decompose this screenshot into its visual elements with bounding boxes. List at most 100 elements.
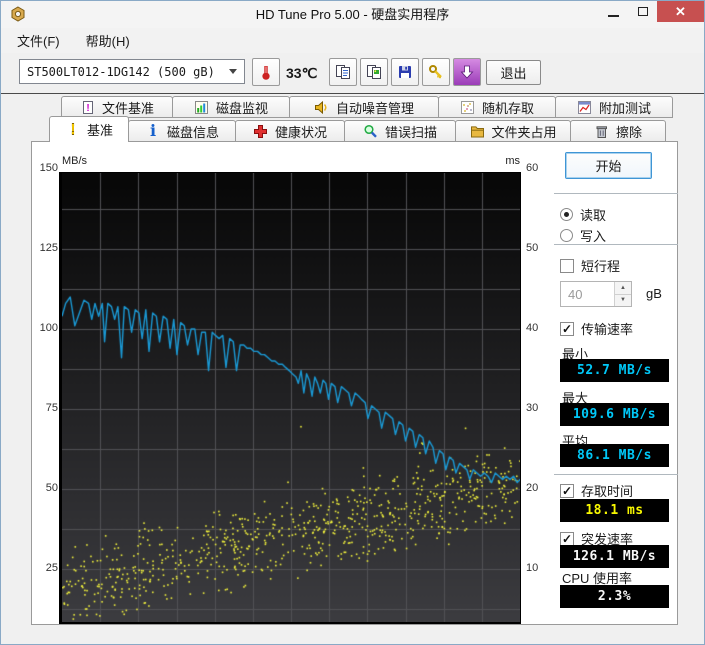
read-label: 读取 <box>580 208 607 223</box>
erase-icon <box>594 123 610 139</box>
separator <box>554 474 678 475</box>
tab-random-access[interactable]: 随机存取 <box>438 96 556 118</box>
health-icon <box>253 123 269 139</box>
write-label: 写入 <box>580 229 607 244</box>
maximize-icon <box>637 7 648 16</box>
tab-health[interactable]: 健康状况 <box>235 120 345 142</box>
tab-row-secondary: ! 文件基准 磁盘监视 自动噪音管理 随机存取 附加测试 <box>61 96 673 118</box>
benchmark-icon: ! <box>70 121 76 138</box>
tab-disk-monitor[interactable]: 磁盘监视 <box>172 96 290 118</box>
spinner-down-icon[interactable]: ▼ <box>615 294 631 306</box>
transfer-rate-checkbox[interactable] <box>560 321 574 336</box>
access-time-checkbox[interactable] <box>560 483 574 498</box>
separator <box>554 244 678 245</box>
write-radio[interactable] <box>560 229 573 242</box>
left-tick: 150 <box>39 162 58 174</box>
burst-rate-checkbox[interactable] <box>560 531 574 546</box>
transfer-rate-label: 传输速率 <box>581 322 634 337</box>
tab-erase[interactable]: 擦除 <box>570 120 666 142</box>
read-radio[interactable] <box>560 208 573 221</box>
folder-usage-icon <box>469 123 485 139</box>
copy-text-button[interactable] <box>329 58 357 86</box>
start-button[interactable]: 开始 <box>565 152 652 179</box>
short-stroke-row[interactable]: 短行程 <box>560 256 620 275</box>
hd-tune-window: HD Tune Pro 5.00 - 硬盘实用程序 ✕ 文件(F) 帮助(H) … <box>0 0 705 645</box>
benchmark-plot-frame <box>59 172 521 624</box>
minimize-icon <box>608 14 619 17</box>
menu-bar: 文件(F) 帮助(H) <box>1 28 704 53</box>
aam-speaker-icon <box>314 99 330 115</box>
tab-folder-usage[interactable]: 文件夹占用 <box>455 120 571 142</box>
close-icon: ✕ <box>675 4 686 19</box>
options-button[interactable] <box>422 58 450 86</box>
drive-selector[interactable]: ST500LT012-1DG142 (500 gB) <box>19 59 245 84</box>
left-tick: 125 <box>39 242 58 254</box>
burst-rate-display: 126.1 MB/s <box>560 545 669 568</box>
toolbar: ST500LT012-1DG142 (500 gB) 33℃ 退出 <box>1 53 704 94</box>
file-benchmark-icon: ! <box>80 99 96 115</box>
spinner-up-icon[interactable]: ▲ <box>615 282 631 295</box>
update-button[interactable] <box>453 58 481 86</box>
keys-icon <box>429 65 442 79</box>
download-arrow-icon <box>460 65 474 79</box>
benchmark-page: MB/s ms 150 125 100 75 50 25 60 50 40 30… <box>31 141 678 625</box>
chevron-down-icon <box>229 69 237 74</box>
transfer-rate-row[interactable]: 传输速率 <box>560 319 633 338</box>
tab-aam[interactable]: 自动噪音管理 <box>289 96 439 118</box>
separator <box>554 193 678 194</box>
tab-error-scan[interactable]: 错误扫描 <box>344 120 456 142</box>
right-tick: 10 <box>526 562 539 574</box>
avg-speed-display: 86.1 MB/s <box>560 444 669 467</box>
save-button[interactable] <box>391 58 419 86</box>
right-tick: 30 <box>526 402 539 414</box>
access-time-display: 18.1 ms <box>560 499 669 522</box>
left-tick: 50 <box>45 482 58 494</box>
tab-extra-tests[interactable]: 附加测试 <box>555 96 673 118</box>
menu-help[interactable]: 帮助(H) <box>86 31 130 50</box>
extra-tests-icon <box>577 99 593 115</box>
exit-button[interactable]: 退出 <box>486 60 541 85</box>
save-icon <box>399 66 411 78</box>
error-scan-icon <box>363 123 379 139</box>
short-stroke-label: 短行程 <box>581 259 621 274</box>
svg-text:!: ! <box>86 103 89 114</box>
right-tick: 20 <box>526 482 539 494</box>
disk-monitor-icon <box>194 99 210 115</box>
left-tick: 25 <box>45 562 58 574</box>
menu-file[interactable]: 文件(F) <box>17 31 60 50</box>
drive-selector-value: ST500LT012-1DG142 (500 gB) <box>27 64 215 79</box>
temperature-button[interactable] <box>252 58 280 86</box>
minimize-button[interactable] <box>599 1 628 22</box>
short-stroke-capacity-input[interactable] <box>561 282 614 306</box>
tab-benchmark[interactable]: ! 基准 <box>49 116 129 142</box>
tab-file-benchmark[interactable]: ! 文件基准 <box>61 96 173 118</box>
short-stroke-spinner: ▲ ▼ <box>560 281 632 307</box>
cpu-usage-display: 2.3% <box>560 585 669 608</box>
min-speed-display: 52.7 MB/s <box>560 359 669 382</box>
window-controls: ✕ <box>599 1 704 22</box>
tab-row-primary: ! 基准 i 磁盘信息 健康状况 错误扫描 文件夹占用 擦除 <box>49 116 666 142</box>
right-tick: 50 <box>526 242 539 254</box>
max-speed-display: 109.6 MB/s <box>560 403 669 426</box>
left-axis-title: MB/s <box>62 155 88 167</box>
temperature-value: 33℃ <box>286 65 318 81</box>
copy-image-button[interactable] <box>360 58 388 86</box>
right-tick: 40 <box>526 322 539 334</box>
read-radio-row[interactable]: 读取 <box>560 205 606 224</box>
titlebar: HD Tune Pro 5.00 - 硬盘实用程序 ✕ <box>1 1 704 28</box>
copy-image-icon <box>367 65 381 79</box>
tab-disk-info[interactable]: i 磁盘信息 <box>128 120 236 142</box>
benchmark-plot <box>62 173 520 622</box>
short-stroke-checkbox[interactable] <box>560 258 574 273</box>
thermometer-icon <box>262 66 270 80</box>
random-access-icon <box>460 99 476 115</box>
capacity-unit-label: gB <box>646 286 662 301</box>
spinner-buttons: ▲ ▼ <box>614 282 631 306</box>
disk-info-icon: i <box>149 121 157 140</box>
write-radio-row[interactable]: 写入 <box>560 226 606 245</box>
access-time-label: 存取时间 <box>581 484 634 499</box>
right-axis-title: ms <box>505 155 520 167</box>
close-button[interactable]: ✕ <box>657 1 704 22</box>
maximize-button[interactable] <box>628 1 657 22</box>
access-time-row[interactable]: 存取时间 <box>560 481 633 500</box>
